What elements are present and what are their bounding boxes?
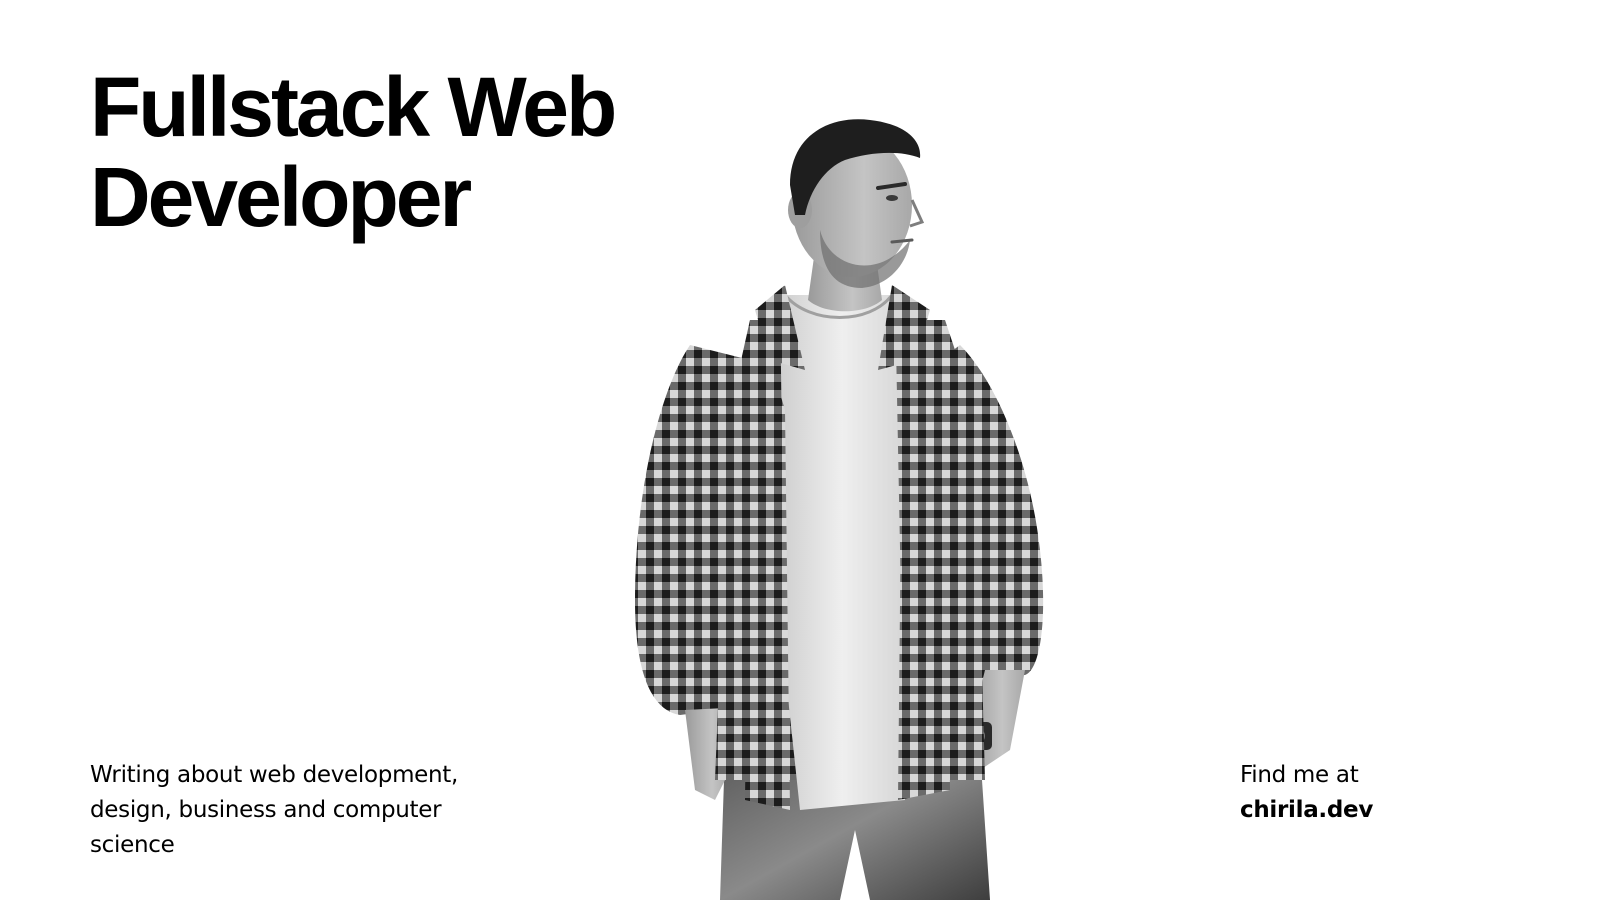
portrait-photo	[630, 110, 1070, 900]
page-title: Fullstack Web Developer	[90, 60, 617, 244]
contact-block: Find me at chirila.dev	[1240, 758, 1373, 828]
headline-line-2: Developer	[90, 150, 472, 244]
headline-line-1: Fullstack Web	[90, 60, 617, 154]
contact-domain-link[interactable]: chirila.dev	[1240, 793, 1373, 828]
person-portrait-icon	[635, 119, 1044, 900]
contact-prefix: Find me at	[1240, 762, 1359, 788]
tagline-text: Writing about web development, design, b…	[90, 762, 459, 858]
hero-page: Fullstack Web Developer Writing about we…	[0, 0, 1600, 900]
